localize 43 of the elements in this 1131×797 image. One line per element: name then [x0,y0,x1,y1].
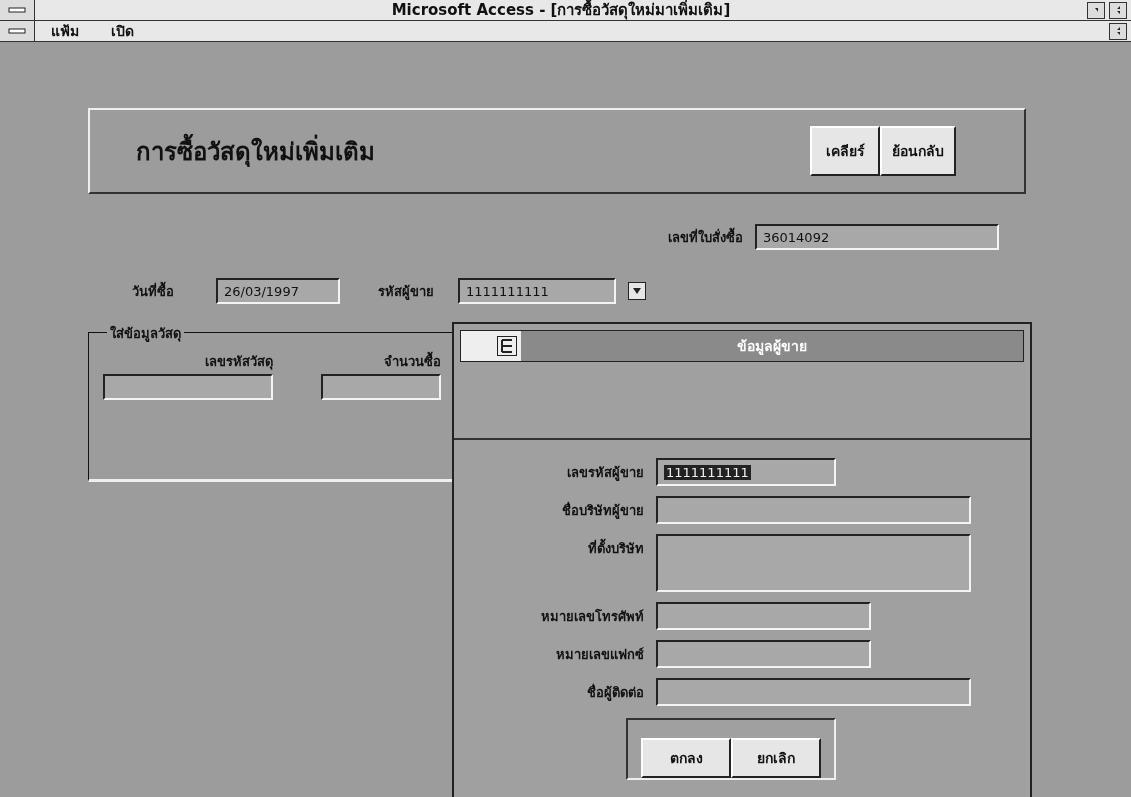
menu-item[interactable]: เปิด [111,20,134,42]
dialog-button[interactable]: ตกลง [641,738,731,778]
input-field[interactable] [656,678,971,706]
control-menu-icon[interactable] [8,27,26,35]
field-label: หมายเลขแฟกซ์ [555,646,644,664]
minimize-button[interactable] [1087,1,1105,19]
field-label: เลขรหัสผู้ขาย [566,464,644,483]
dialog-title: ข้อมูลผู้ขาย [736,337,808,357]
restore-button[interactable] [1109,22,1127,40]
form-heading: การซื้อวัสดุใหม่เพิ่มเติม [136,131,375,171]
control-menu-icon[interactable] [8,6,26,14]
input-field[interactable] [103,374,273,400]
input-field[interactable] [656,534,971,592]
field-label: ชื่อผู้ติดต่อ [586,682,644,703]
field-label: ชื่อบริษัทผู้ขาย [561,500,644,521]
control-menu-icon[interactable] [497,336,517,356]
input-field[interactable]: 1111111111 [656,458,836,486]
menu-item[interactable]: แฟ้ม [51,20,79,42]
field-label: รหัสผู้ขาย [378,282,434,302]
date-field[interactable]: 26/03/1997 [216,278,340,304]
field-label: จำนวนซื้อ [384,351,441,372]
down-arrow-icon [633,288,641,294]
field-label: วันที่ซื้อ [132,280,174,301]
dialog-button[interactable]: ยกเลิก [731,738,821,778]
restore-icon[interactable] [1116,25,1120,37]
down-arrow-icon [1094,6,1098,14]
order-number-field[interactable]: 36014092 [755,224,999,250]
field-label: เลขรหัสวัสดุ [205,353,273,372]
field-label: ที่ตั้งบริษัท [454,534,644,559]
form-button[interactable]: เคลียร์ [810,126,880,176]
field-label: หมายเลขโทรศัพท์ [540,608,644,626]
restore-icon[interactable] [1116,4,1120,16]
dropdown-button[interactable] [628,282,646,300]
group-title: ใส่ข้อมูลวัสดุ [107,323,184,344]
maximize-button[interactable] [1109,1,1127,19]
input-field[interactable] [656,602,871,630]
input-field[interactable] [656,496,971,524]
selected-text: 1111111111 [664,464,751,480]
form-button[interactable]: ย้อนกลับ [880,126,956,176]
field-label: เลขที่ใบสั่งซื้อ [668,226,743,247]
supplier-code-field[interactable]: 1111111111 [458,278,616,304]
input-field[interactable] [656,640,871,668]
input-field[interactable] [321,374,441,400]
